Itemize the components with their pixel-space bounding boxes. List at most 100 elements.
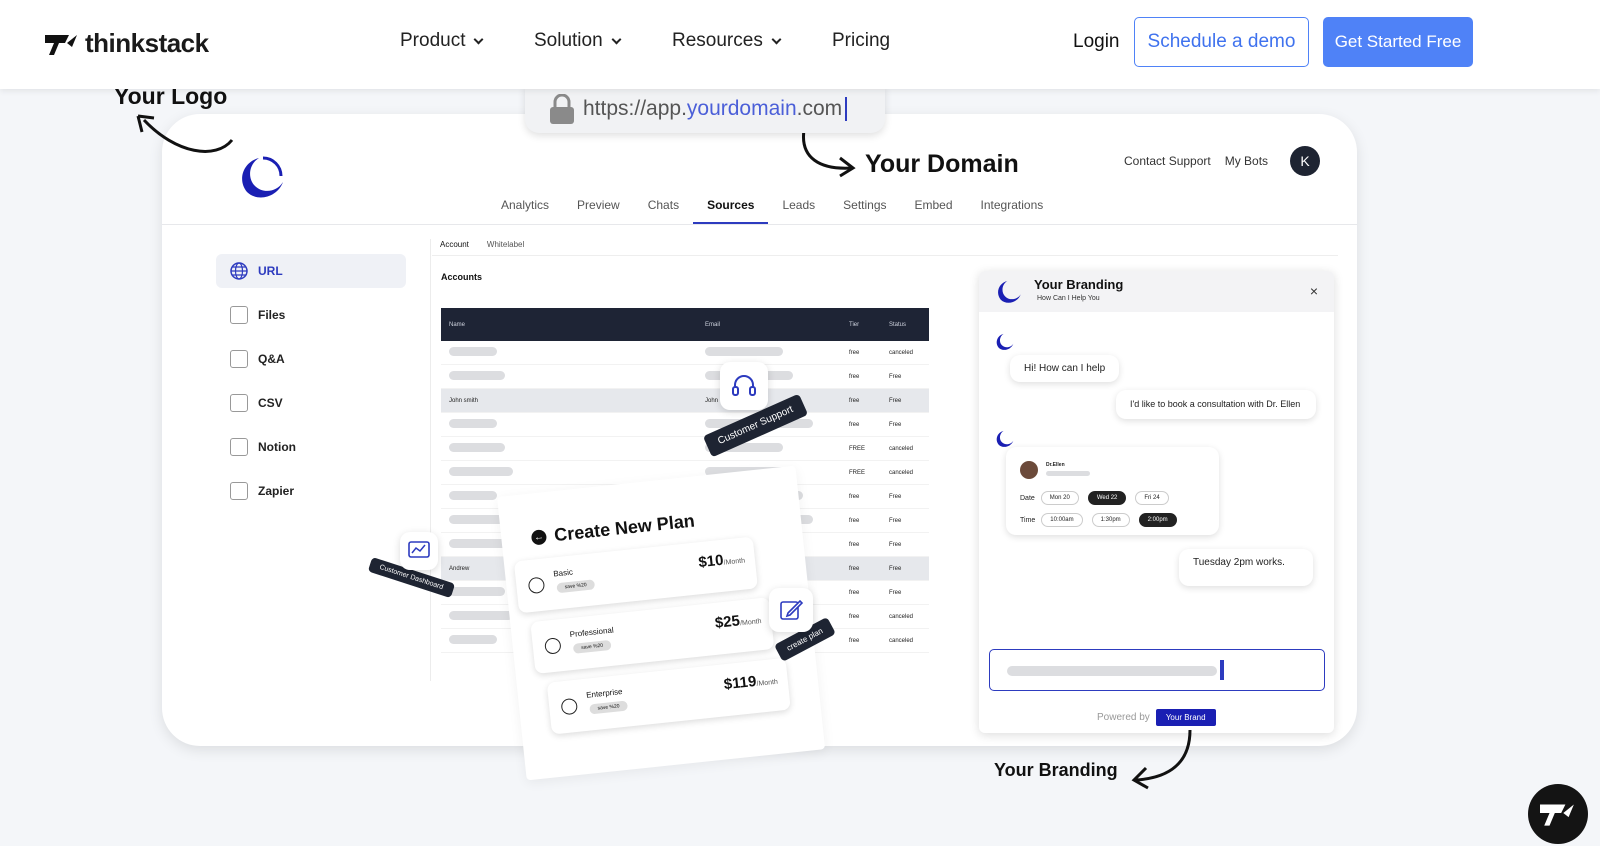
cell-status: Free <box>889 373 902 380</box>
chat-message-user: Tuesday 2pm works. <box>1179 549 1313 586</box>
sidebar-item-notion[interactable]: Notion <box>216 430 406 464</box>
tab-settings[interactable]: Settings <box>829 198 900 224</box>
brand-name: thinkstack <box>85 28 209 58</box>
time-option[interactable]: 1:30pm <box>1091 513 1130 527</box>
account-subtabs: Account Whitelabel <box>440 240 524 256</box>
tab-embed[interactable]: Embed <box>901 198 967 224</box>
contact-support-link[interactable]: Contact Support <box>1124 154 1211 168</box>
table-row[interactable]: John smith John free Free <box>441 389 929 413</box>
powered-by-label: Powered by <box>1097 712 1150 723</box>
date-picker: Date Mon 20 Wed 22 Fri 24 <box>1020 491 1172 505</box>
date-option[interactable]: Fri 24 <box>1135 491 1169 505</box>
avatar[interactable]: K <box>1290 146 1320 176</box>
dashboard-icon <box>400 532 438 570</box>
tab-analytics[interactable]: Analytics <box>487 198 563 224</box>
sidebar-item-label: Notion <box>258 440 296 454</box>
chat-bubble-icon <box>230 350 248 368</box>
tab-chats[interactable]: Chats <box>634 198 693 224</box>
sidebar-item-qa[interactable]: Q&A <box>216 342 406 376</box>
cell-tier: free <box>849 373 860 380</box>
time-picker: Time 10:00am 1:30pm 2:00pm <box>1020 513 1180 527</box>
nav-solution[interactable]: Solution <box>534 30 622 52</box>
sidebar-item-label: URL <box>258 264 283 278</box>
tab-preview[interactable]: Preview <box>563 198 634 224</box>
table-row[interactable]: free Free <box>441 413 929 437</box>
cell-status: Free <box>889 541 902 548</box>
cell-tier: free <box>849 421 860 428</box>
top-links: Contact Support My Bots <box>1124 154 1268 168</box>
doctor-name: Dr.Ellen <box>1046 462 1065 468</box>
tab-integrations[interactable]: Integrations <box>967 198 1058 224</box>
tab-sources[interactable]: Sources <box>693 198 769 224</box>
back-arrow-icon[interactable]: ← <box>530 529 548 546</box>
cell-tier: free <box>849 541 860 548</box>
placeholder-bar <box>449 491 497 500</box>
help-icon <box>230 482 248 500</box>
brand-logo[interactable]: thinkstack <box>45 28 209 59</box>
login-link[interactable]: Login <box>1073 31 1120 53</box>
table-row[interactable]: FREE canceled <box>441 437 929 461</box>
close-icon[interactable]: × <box>1310 283 1318 299</box>
cell-status: Free <box>889 397 902 404</box>
chat-launcher-button[interactable] <box>1528 784 1588 844</box>
nav-product-label: Product <box>400 30 466 51</box>
doctor-avatar <box>1020 461 1038 479</box>
radio-button[interactable] <box>560 697 579 716</box>
my-bots-link[interactable]: My Bots <box>1225 154 1268 168</box>
date-option-selected[interactable]: Wed 22 <box>1087 491 1127 505</box>
chat-input[interactable] <box>989 649 1325 691</box>
cell-status: canceled <box>889 637 914 644</box>
table-row[interactable]: free Free <box>441 365 929 389</box>
time-option-selected[interactable]: 2:00pm <box>1138 513 1177 527</box>
plan-price: $10/Month <box>697 551 746 572</box>
chevron-down-icon <box>771 34 782 44</box>
table-row[interactable]: free canceled <box>441 341 929 365</box>
placeholder-bar <box>449 443 505 452</box>
date-option[interactable]: Mon 20 <box>1040 491 1079 505</box>
radio-button[interactable] <box>527 576 546 595</box>
tab-leads[interactable]: Leads <box>768 198 829 224</box>
plan-name: Basic <box>552 567 574 579</box>
time-option[interactable]: 10:00am <box>1041 513 1083 527</box>
file-icon <box>230 306 248 324</box>
placeholder-bar <box>449 635 497 644</box>
curved-arrow-icon <box>136 114 234 153</box>
plan-option-enterprise[interactable]: Enterprise save %20 $119/Month <box>546 657 791 735</box>
sidebar-item-label: Files <box>258 308 286 322</box>
nav-resources[interactable]: Resources <box>672 30 782 52</box>
subtab-account[interactable]: Account <box>440 240 469 256</box>
plan-price: $119/Month <box>723 672 779 694</box>
edit-icon <box>769 588 813 632</box>
widget-header: Your Branding How Can I Help You × <box>979 271 1334 312</box>
placeholder-bar <box>449 419 497 428</box>
cell-tier: FREE <box>849 469 866 476</box>
nav-solution-label: Solution <box>534 30 603 51</box>
accounts-title: Accounts <box>441 272 483 282</box>
nav-product[interactable]: Product <box>400 30 484 52</box>
cell-status: Free <box>889 565 902 572</box>
schedule-demo-button[interactable]: Schedule a demo <box>1134 17 1309 67</box>
sidebar-item-url[interactable]: URL <box>216 254 406 288</box>
radio-button[interactable] <box>544 637 562 655</box>
cell-status: canceled <box>889 613 914 620</box>
sidebar-item-files[interactable]: Files <box>216 298 406 332</box>
placeholder-bar <box>449 467 513 476</box>
chat-message-bot: Hi! How can I help <box>1010 355 1120 382</box>
widget-logo-icon <box>998 280 1021 303</box>
bot-avatar-icon <box>996 333 1014 350</box>
chevron-down-icon <box>474 34 484 44</box>
your-domain-label: Your Domain <box>865 150 1019 178</box>
cell-status: canceled <box>889 349 914 356</box>
get-started-button[interactable]: Get Started Free <box>1323 17 1473 67</box>
curved-arrow-icon <box>1131 729 1192 790</box>
cell-tier: free <box>849 397 860 404</box>
placeholder-bar <box>449 587 505 596</box>
placeholder-bar <box>449 371 505 380</box>
sidebar-item-zapier[interactable]: Zapier <box>216 474 406 508</box>
subtab-whitelabel[interactable]: Whitelabel <box>487 240 524 256</box>
cell-name <box>441 419 705 430</box>
nav-pricing[interactable]: Pricing <box>832 30 890 52</box>
sidebar-item-csv[interactable]: CSV <box>216 386 406 420</box>
subtabs-divider <box>432 255 1338 256</box>
sidebar-item-label: Q&A <box>258 352 285 366</box>
